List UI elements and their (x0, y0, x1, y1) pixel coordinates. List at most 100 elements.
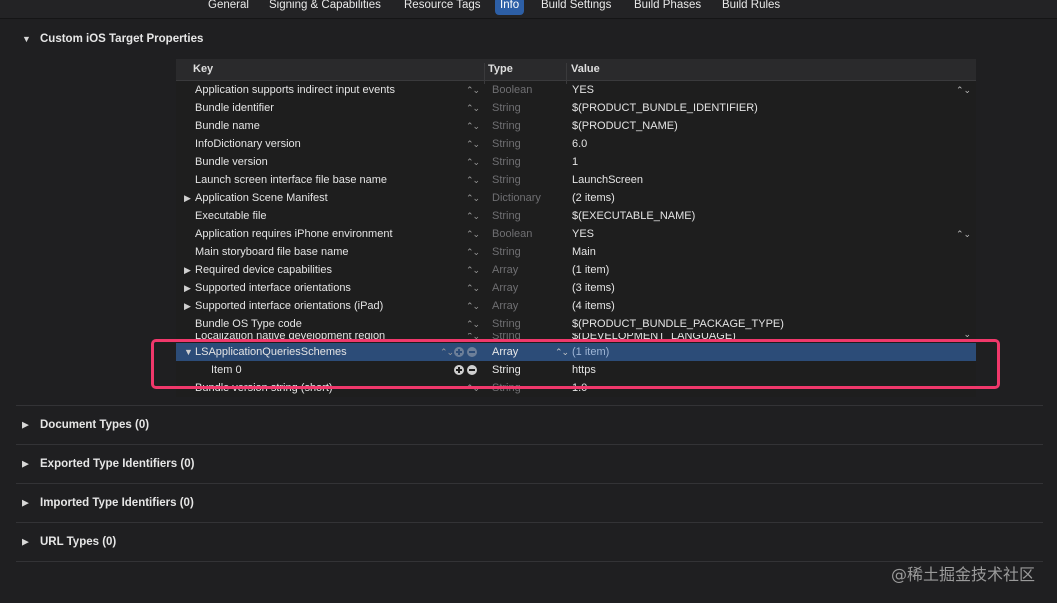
key-popup-icon[interactable]: ⌃⌄ (466, 297, 480, 315)
key-popup-icon[interactable]: ⌃⌄ (466, 189, 480, 207)
section-exported-type-identifiers[interactable]: ▶ Exported Type Identifiers (0) (0, 445, 1057, 483)
value-popup-icon[interactable]: ⌃⌄ (956, 333, 971, 343)
row-type[interactable]: String (492, 117, 521, 135)
add-row-icon[interactable] (454, 365, 464, 375)
table-row[interactable]: ▶ Required device capabilities ⌃⌄ Array … (176, 261, 976, 279)
row-key[interactable]: Application Scene Manifest (195, 189, 328, 207)
key-popup-icon[interactable]: ⌃⌄ (466, 279, 480, 297)
table-row[interactable]: ▶ Supported interface orientations ⌃⌄ Ar… (176, 279, 976, 297)
remove-row-icon[interactable] (467, 365, 477, 375)
row-key[interactable]: Supported interface orientations (iPad) (195, 297, 383, 315)
key-popup-icon[interactable]: ⌃⌄ (466, 315, 480, 333)
row-key[interactable]: Item 0 (211, 361, 242, 379)
column-header-key[interactable]: Key (193, 63, 213, 75)
row-value[interactable]: 1 (572, 153, 578, 171)
row-value[interactable]: YES (572, 81, 594, 99)
disclosure-open-icon[interactable]: ▼ (22, 34, 31, 44)
row-type[interactable]: String (492, 99, 521, 117)
table-row[interactable]: Bundle name ⌃⌄ String $(PRODUCT_NAME) (176, 117, 976, 135)
row-value[interactable]: https (572, 361, 596, 379)
table-row[interactable]: Executable file ⌃⌄ String $(EXECUTABLE_N… (176, 207, 976, 225)
row-key[interactable]: Required device capabilities (195, 261, 332, 279)
tab-build-settings[interactable]: Build Settings (536, 0, 616, 15)
table-row[interactable]: Localization native development region ⌃… (176, 333, 976, 343)
key-popup-icon[interactable]: ⌃⌄ (440, 343, 454, 361)
disclosure-closed-icon[interactable]: ▶ (22, 537, 29, 548)
row-type[interactable]: String (492, 379, 521, 397)
column-header-type[interactable]: Type (488, 63, 513, 75)
key-popup-icon[interactable]: ⌃⌄ (466, 379, 480, 397)
key-popup-icon[interactable]: ⌃⌄ (466, 117, 480, 135)
column-header-value[interactable]: Value (571, 63, 600, 75)
table-row[interactable]: Bundle identifier ⌃⌄ String $(PRODUCT_BU… (176, 99, 976, 117)
row-key[interactable]: Bundle version (195, 153, 268, 171)
row-type[interactable]: Array (492, 343, 518, 361)
row-key[interactable]: Bundle OS Type code (195, 315, 302, 333)
row-type[interactable]: String (492, 153, 521, 171)
row-key[interactable]: Application supports indirect input even… (195, 81, 395, 99)
key-popup-icon[interactable]: ⌃⌄ (466, 207, 480, 225)
disclosure-closed-icon[interactable]: ▶ (184, 297, 191, 315)
value-popup-icon[interactable]: ⌃⌄ (956, 225, 971, 243)
tab-general[interactable]: General (203, 0, 254, 15)
row-key[interactable]: Supported interface orientations (195, 279, 351, 297)
row-type[interactable]: String (492, 207, 521, 225)
row-value[interactable]: YES (572, 225, 594, 243)
tab-info[interactable]: Info (495, 0, 525, 15)
row-value[interactable]: $(PRODUCT_BUNDLE_PACKAGE_TYPE) (572, 315, 784, 333)
table-row[interactable]: Application requires iPhone environment … (176, 225, 976, 243)
row-type[interactable]: String (492, 243, 521, 261)
key-popup-icon[interactable]: ⌃⌄ (466, 135, 480, 153)
table-row[interactable]: ▶ Supported interface orientations (iPad… (176, 297, 976, 315)
disclosure-closed-icon[interactable]: ▶ (184, 189, 191, 207)
type-popup-icon[interactable]: ⌃⌄ (555, 343, 569, 361)
table-row[interactable]: InfoDictionary version ⌃⌄ String 6.0 (176, 135, 976, 153)
disclosure-closed-icon[interactable]: ▶ (22, 420, 29, 431)
row-value[interactable]: LaunchScreen (572, 171, 643, 189)
row-value[interactable]: $(PRODUCT_NAME) (572, 117, 678, 135)
key-popup-icon[interactable]: ⌃⌄ (466, 171, 480, 189)
key-popup-icon[interactable]: ⌃⌄ (466, 153, 480, 171)
table-row[interactable]: Main storyboard file base name ⌃⌄ String… (176, 243, 976, 261)
row-type[interactable]: Dictionary (492, 189, 541, 207)
tab-build-rules[interactable]: Build Rules (717, 0, 785, 15)
row-value[interactable]: Main (572, 243, 596, 261)
section-document-types[interactable]: ▶ Document Types (0) (0, 406, 1057, 444)
disclosure-closed-icon[interactable]: ▶ (22, 459, 29, 470)
disclosure-open-icon[interactable]: ▼ (184, 343, 193, 361)
table-row[interactable]: Application supports indirect input even… (176, 81, 976, 99)
table-row[interactable]: ▶ Application Scene Manifest ⌃⌄ Dictiona… (176, 189, 976, 207)
row-type[interactable]: Array (492, 297, 518, 315)
tab-signing-capabilities[interactable]: Signing & Capabilities (264, 0, 386, 15)
disclosure-closed-icon[interactable]: ▶ (22, 498, 29, 509)
section-custom-ios-properties[interactable]: ▼ Custom iOS Target Properties (0, 20, 1057, 58)
row-type[interactable]: String (492, 361, 521, 379)
row-value[interactable]: 1.0 (572, 379, 587, 397)
row-value[interactable]: $(DEVELOPMENT_LANGUAGE) (572, 333, 736, 343)
row-type[interactable]: String (492, 315, 521, 333)
row-key[interactable]: InfoDictionary version (195, 135, 301, 153)
row-type[interactable]: Boolean (492, 225, 532, 243)
section-url-types[interactable]: ▶ URL Types (0) (0, 523, 1057, 561)
row-type[interactable]: Array (492, 261, 518, 279)
tab-build-phases[interactable]: Build Phases (629, 0, 706, 15)
row-type[interactable]: Array (492, 279, 518, 297)
row-value[interactable]: 6.0 (572, 135, 587, 153)
table-row[interactable]: Bundle version string (short) ⌃⌄ String … (176, 379, 976, 397)
value-popup-icon[interactable]: ⌃⌄ (956, 81, 971, 99)
row-key[interactable]: Application requires iPhone environment (195, 225, 393, 243)
disclosure-closed-icon[interactable]: ▶ (184, 279, 191, 297)
row-value[interactable]: $(PRODUCT_BUNDLE_IDENTIFIER) (572, 99, 758, 117)
row-value[interactable]: $(EXECUTABLE_NAME) (572, 207, 695, 225)
table-row-child[interactable]: Item 0 String https (176, 361, 976, 379)
row-key[interactable]: Localization native development region (195, 333, 385, 343)
key-popup-icon[interactable]: ⌃⌄ (466, 261, 480, 279)
row-type[interactable]: String (492, 135, 521, 153)
row-key[interactable]: Bundle identifier (195, 99, 274, 117)
disclosure-closed-icon[interactable]: ▶ (184, 261, 191, 279)
remove-row-icon[interactable] (467, 347, 477, 357)
row-key[interactable]: LSApplicationQueriesSchemes (195, 343, 347, 361)
row-key[interactable]: Bundle name (195, 117, 260, 135)
key-popup-icon[interactable]: ⌃⌄ (466, 99, 480, 117)
add-row-icon[interactable] (454, 347, 464, 357)
